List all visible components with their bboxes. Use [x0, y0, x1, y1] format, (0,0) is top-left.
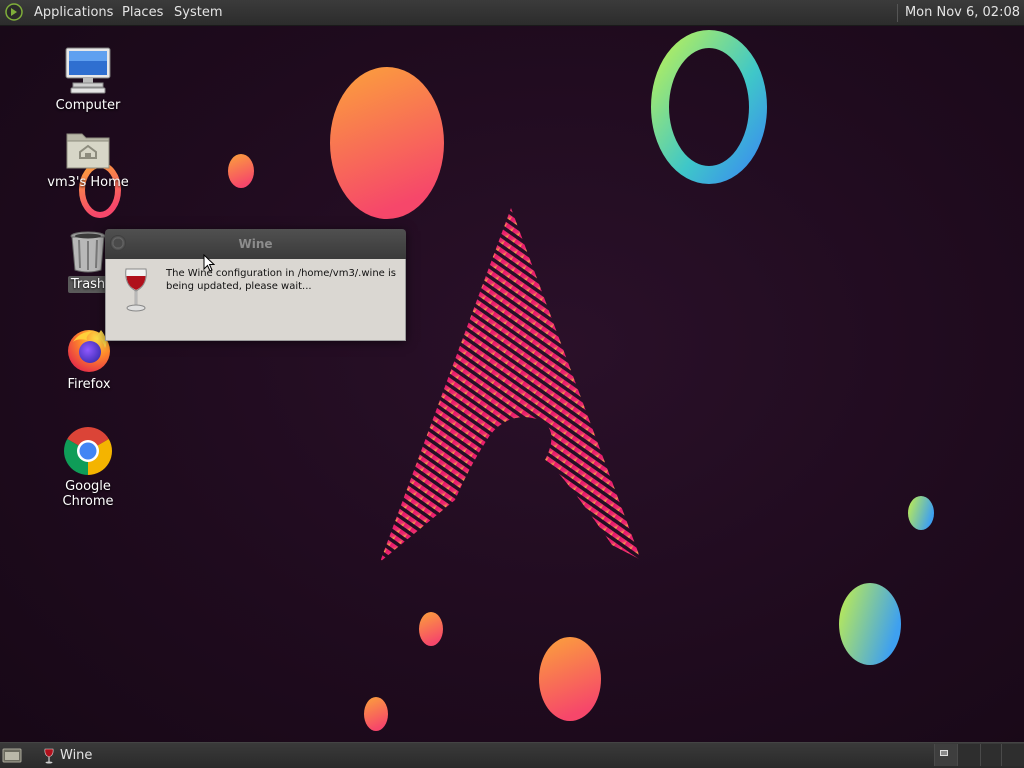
- clock[interactable]: Mon Nov 6, 02:08: [896, 4, 1020, 22]
- taskbar-item-wine[interactable]: Wine: [36, 743, 100, 768]
- wine-glass-icon: [125, 268, 147, 312]
- wall-ring: [651, 30, 767, 184]
- menu-places[interactable]: Places: [122, 4, 163, 22]
- wall-orb: [330, 67, 444, 219]
- dialog-title: Wine: [238, 237, 273, 251]
- desktop[interactable]: Computer vm3's Home Trash Firefox Google…: [0, 0, 1024, 768]
- dialog-body: The Wine configuration in /home/vm3/.win…: [105, 259, 406, 341]
- trash-icon: [70, 231, 106, 273]
- menu-system[interactable]: System: [174, 4, 222, 22]
- window-menu-icon[interactable]: [110, 235, 126, 251]
- desktop-icon-label: Firefox: [67, 377, 111, 392]
- wall-orb: [839, 583, 901, 665]
- wine-glass-icon: [44, 748, 54, 763]
- wall-orb: [908, 496, 934, 530]
- mate-logo-icon[interactable]: [5, 3, 23, 21]
- workspace-1[interactable]: [934, 744, 957, 766]
- workspace-4[interactable]: [1001, 744, 1024, 766]
- computer-icon: [65, 47, 111, 94]
- desktop-icon-label: Trash: [67, 276, 109, 293]
- dialog-message: The Wine configuration in /home/vm3/.win…: [166, 268, 396, 292]
- taskbar-item-label: Wine: [60, 748, 93, 763]
- arch-logo: [380, 208, 641, 562]
- workspace-2[interactable]: [957, 744, 980, 766]
- dialog-titlebar[interactable]: Wine: [105, 229, 406, 259]
- menu-applications[interactable]: Applications: [34, 4, 113, 22]
- home-folder-icon: [66, 133, 110, 169]
- desktop-icon-label: Google Chrome: [62, 479, 114, 509]
- workspace-3[interactable]: [980, 744, 1003, 766]
- wine-dialog[interactable]: Wine The Wine configuration in /home/vm3…: [105, 229, 406, 341]
- chrome-icon: [64, 427, 112, 475]
- wall-orb: [539, 637, 601, 721]
- mouse-cursor-icon: [203, 254, 215, 272]
- wallpaper: [79, 30, 934, 731]
- bottom-panel: Wine: [0, 742, 1024, 768]
- wall-orb: [228, 154, 254, 188]
- desktop-icon-home[interactable]: vm3's Home: [38, 128, 138, 191]
- show-desktop-icon[interactable]: [2, 746, 22, 764]
- wall-orb: [364, 697, 388, 731]
- desktop-icon-computer[interactable]: Computer: [38, 45, 138, 114]
- wall-orb: [419, 612, 443, 646]
- desktop-icon-label: vm3's Home: [47, 175, 129, 190]
- desktop-icon-chrome[interactable]: Google Chrome: [38, 426, 138, 510]
- desktop-icon-label: Computer: [55, 98, 121, 113]
- top-panel: Applications Places System Mon Nov 6, 02…: [0, 0, 1024, 26]
